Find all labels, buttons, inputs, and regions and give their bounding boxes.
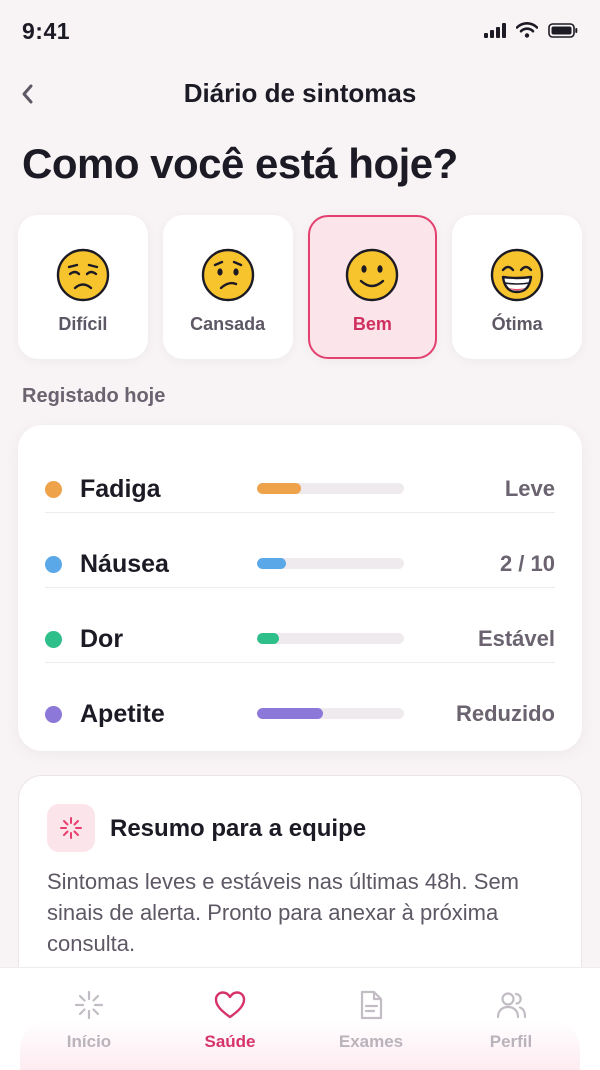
symptom-level-fill bbox=[257, 708, 324, 719]
symptom-level-bar bbox=[257, 558, 404, 569]
symptom-level-bar bbox=[257, 708, 404, 719]
tab-label: Exames bbox=[338, 1032, 404, 1051]
sparkle-icon bbox=[60, 817, 82, 839]
weary-face-icon bbox=[56, 248, 110, 302]
status-time: 9:41 bbox=[22, 18, 71, 44]
symptom-value: Leve bbox=[504, 476, 555, 501]
status-icons bbox=[484, 22, 578, 38]
mood-option-dificil[interactable]: Difícil bbox=[18, 215, 148, 359]
symptom-name: Dor bbox=[80, 625, 124, 653]
symptom-color-dot bbox=[45, 706, 62, 723]
summary-icon-badge bbox=[47, 804, 95, 852]
symptom-value: Reduzido bbox=[456, 701, 555, 726]
tab-label: Perfil bbox=[489, 1032, 533, 1051]
section-label: Registado hoje bbox=[22, 385, 166, 407]
tab-exames[interactable]: Exames bbox=[296, 988, 446, 1058]
confused-face-icon bbox=[201, 248, 254, 302]
symptom-level-fill bbox=[257, 633, 280, 644]
grinning-face-icon bbox=[490, 248, 544, 302]
symptom-row-nausea[interactable]: Náusea 2 / 10 bbox=[45, 513, 555, 588]
summary-text: Sintomas leves e estáveis nas últimas 48… bbox=[47, 869, 520, 956]
symptom-row-apetite[interactable]: Apetite Reduzido bbox=[45, 663, 555, 738]
tab-perfil[interactable]: Perfil bbox=[436, 988, 586, 1058]
mood-label: Cansada bbox=[190, 314, 266, 334]
summary-title: Resumo para a equipe bbox=[110, 815, 367, 842]
mood-option-bem[interactable]: Bem bbox=[307, 215, 438, 359]
symptom-color-dot bbox=[45, 631, 62, 648]
mood-option-otima[interactable]: Ótima bbox=[452, 215, 582, 359]
symptom-color-dot bbox=[45, 556, 62, 573]
mood-label: Difícil bbox=[58, 314, 108, 334]
symptom-row-fadiga[interactable]: Fadiga Leve bbox=[45, 438, 555, 513]
symptom-color-dot bbox=[45, 481, 62, 498]
symptom-level-bar bbox=[257, 633, 404, 644]
symptom-name: Náusea bbox=[80, 550, 169, 578]
bottom-tab-bar: Início Saúde Exames Perfil bbox=[0, 967, 600, 1070]
symptom-level-fill bbox=[257, 558, 287, 569]
symptom-value: Estável bbox=[477, 626, 555, 651]
mood-label: Ótima bbox=[491, 314, 543, 334]
home-burst-icon bbox=[74, 990, 104, 1020]
symptom-value: 2 / 10 bbox=[499, 551, 555, 576]
tab-label: Início bbox=[66, 1032, 112, 1051]
status-bar: 9:41 bbox=[0, 0, 600, 62]
nav-header: Diário de sintomas bbox=[0, 68, 600, 120]
tab-saude[interactable]: Saúde bbox=[155, 988, 305, 1058]
symptom-name: Fadiga bbox=[80, 475, 161, 503]
symptom-name: Apetite bbox=[80, 700, 165, 728]
symptom-level-bar bbox=[257, 483, 404, 494]
tab-inicio[interactable]: Início bbox=[14, 988, 164, 1058]
mood-selector: Difícil Cansada Bem Ótima bbox=[18, 215, 582, 360]
heart-icon bbox=[214, 991, 246, 1019]
symptom-row-dor[interactable]: Dor Estável bbox=[45, 588, 555, 663]
document-icon bbox=[360, 990, 383, 1020]
mood-question-heading: Como você está hoje? bbox=[22, 140, 458, 187]
cellular-signal-icon bbox=[484, 22, 506, 38]
symptoms-card: Fadiga Leve Náusea 2 / 10 Dor Estável Ap… bbox=[18, 425, 582, 751]
battery-icon bbox=[548, 22, 578, 38]
mood-label: Bem bbox=[352, 314, 392, 334]
mood-option-cansada[interactable]: Cansada bbox=[162, 215, 293, 359]
symptom-level-fill bbox=[257, 483, 302, 494]
page-title: Diário de sintomas bbox=[183, 78, 417, 108]
tab-label: Saúde bbox=[204, 1032, 256, 1051]
wifi-icon bbox=[516, 22, 538, 38]
smiling-face-icon bbox=[346, 248, 399, 302]
people-icon bbox=[496, 992, 527, 1019]
